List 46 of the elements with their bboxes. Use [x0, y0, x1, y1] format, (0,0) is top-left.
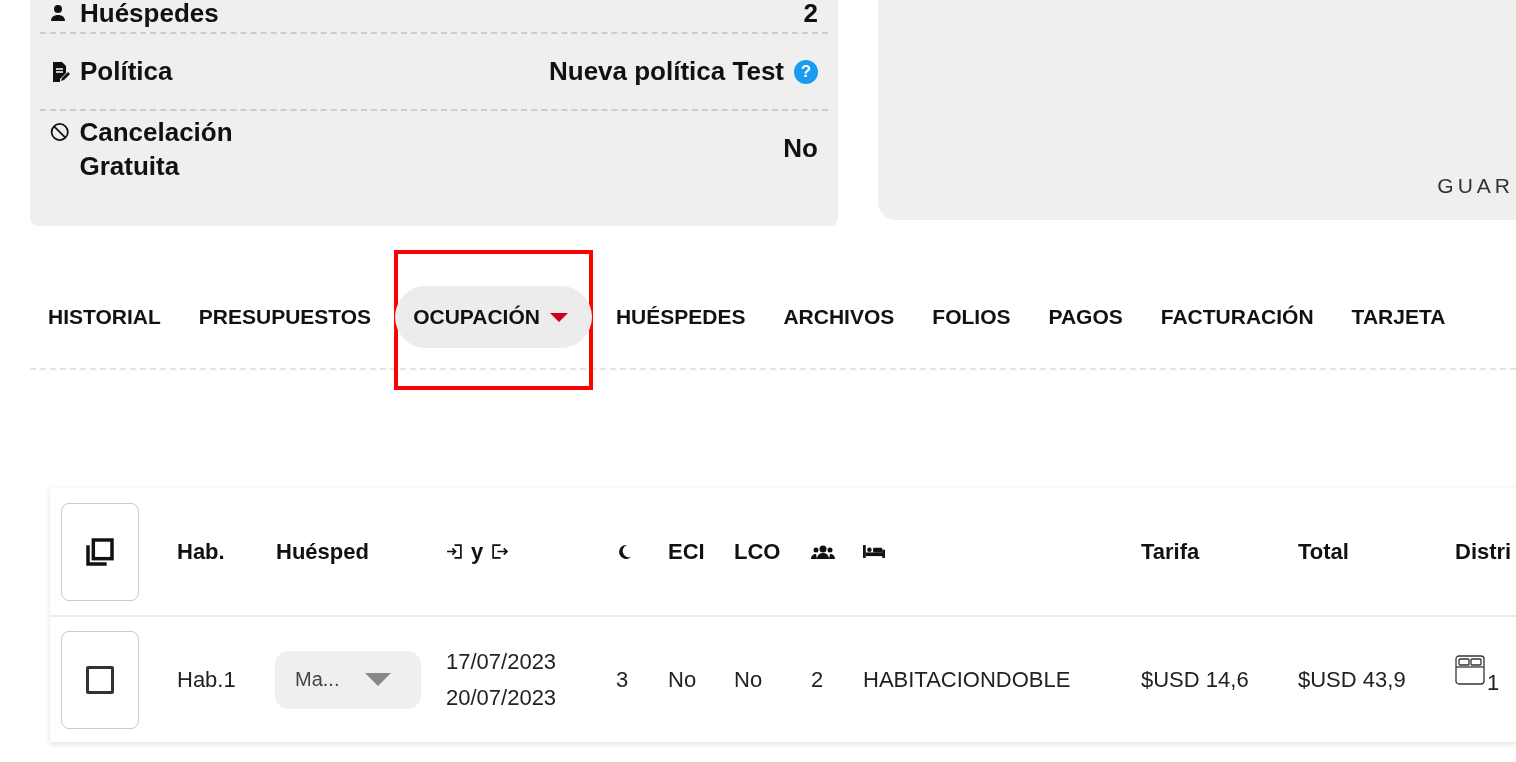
select-all-button[interactable]: [61, 502, 139, 601]
tab[interactable]: FOLIOS: [932, 286, 1011, 348]
table-cell: Hab.1: [177, 666, 236, 693]
bed-icon: [863, 544, 885, 559]
tab[interactable]: OCUPACIÓN: [395, 286, 592, 348]
summary-value: 2: [803, 0, 818, 26]
copy-icon: [84, 535, 116, 568]
table-cell: $USD 14,6: [1141, 666, 1249, 693]
double-bed-icon: [1455, 654, 1485, 685]
tab[interactable]: ARCHIVOS: [783, 286, 895, 348]
table-cell: 3: [616, 666, 629, 693]
summary-label: Huéspedes: [80, 0, 219, 26]
tab[interactable]: HUÉSPEDES: [615, 286, 746, 348]
column-header: Total: [1298, 538, 1349, 565]
tab[interactable]: TARJETA: [1351, 286, 1446, 348]
column-header: Distri: [1455, 538, 1512, 565]
column-header: Huésped: [276, 538, 369, 565]
save-button[interactable]: GUAR: [1437, 174, 1514, 220]
tab[interactable]: PRESUPUESTOS: [198, 286, 372, 348]
summary-value: Nueva política Test: [548, 56, 784, 87]
table-cell: $USD 43,9: [1298, 666, 1406, 693]
guest-dropdown[interactable]: Ma...: [275, 650, 421, 709]
summary-label: Política: [80, 56, 173, 87]
table-cell: No: [668, 666, 697, 693]
moon-icon: [616, 543, 632, 560]
caret-icon: [549, 312, 568, 322]
table-cell: No: [734, 666, 763, 693]
summary-label: Cancelación Gratuita: [79, 115, 234, 183]
table-cell: HABITACIONDOBLE: [863, 666, 1071, 693]
table-cell: 2: [811, 666, 824, 693]
table-cell: 1: [1487, 669, 1500, 696]
logout-icon: [491, 543, 509, 560]
column-header: ECI: [668, 538, 705, 565]
caret-icon: [365, 673, 391, 686]
column-header: LCO: [734, 538, 781, 565]
document-pen-icon: [50, 60, 70, 83]
row-checkbox[interactable]: [61, 630, 139, 729]
column-header: Tarifa: [1141, 538, 1200, 565]
summary-value: No: [783, 133, 818, 164]
tab[interactable]: PAGOS: [1048, 286, 1123, 348]
tab[interactable]: HISTORIAL: [48, 286, 161, 348]
login-icon: [446, 543, 463, 560]
column-header: y: [471, 538, 484, 565]
column-header: Hab.: [177, 538, 225, 565]
tab[interactable]: FACTURACIÓN: [1160, 286, 1314, 348]
date-range: 17/07/2023 20/07/2023: [446, 647, 557, 712]
